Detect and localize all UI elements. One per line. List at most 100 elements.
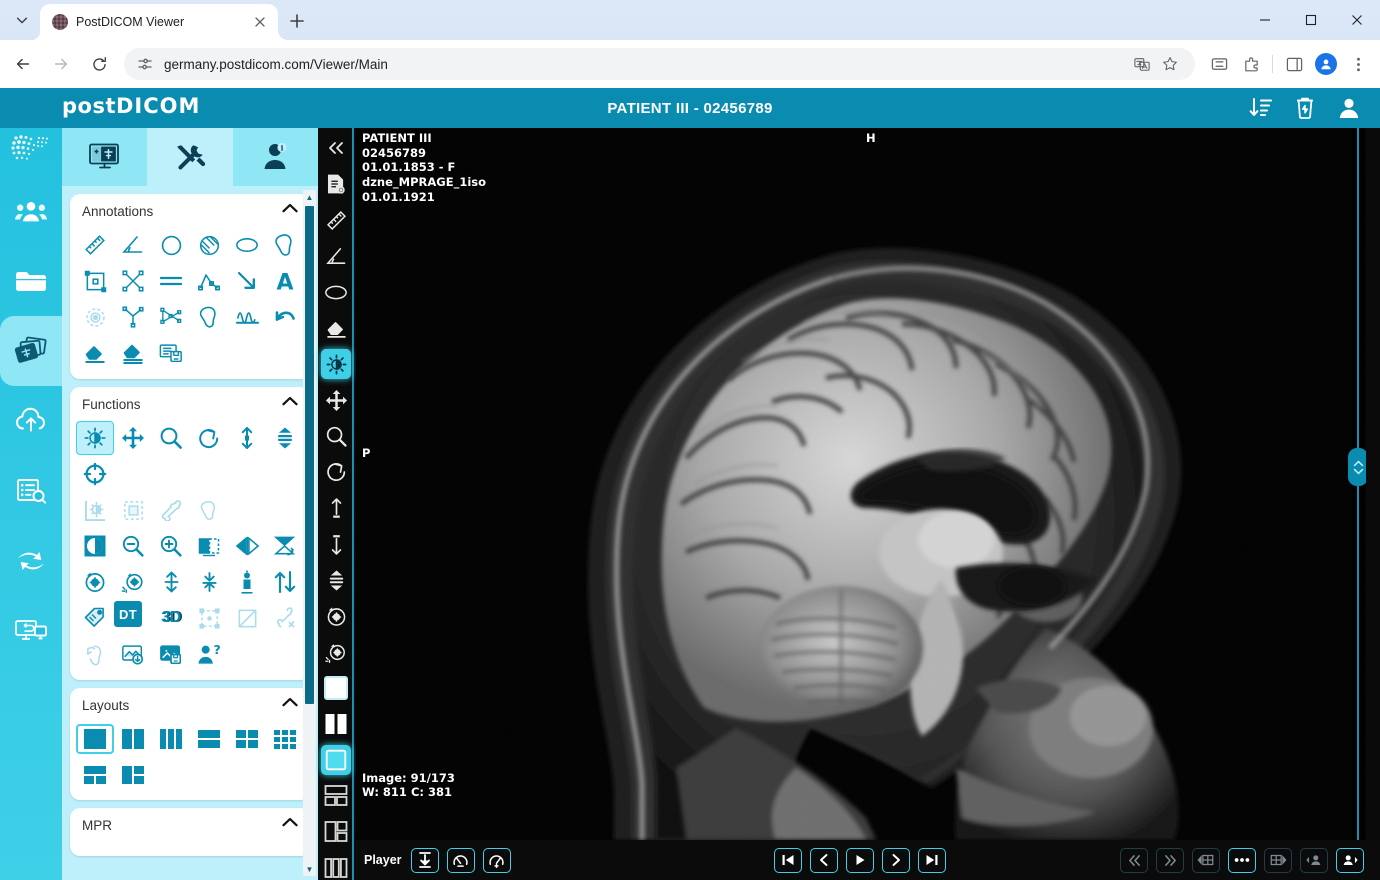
scrollbar-thumb[interactable] <box>305 206 314 704</box>
close-icon[interactable] <box>250 12 270 32</box>
patient-query-button[interactable]: ? <box>190 637 228 671</box>
dicom-viewport[interactable]: PATIENT III 02456789 01.01.1853 - F dzne… <box>356 128 1366 840</box>
cobb-angle-tool[interactable] <box>114 300 152 334</box>
layout-single-active-button[interactable] <box>318 742 354 778</box>
ruler-length-tool[interactable] <box>76 228 114 262</box>
curve-profile-tool[interactable] <box>228 300 266 334</box>
viewport-scrollbar[interactable] <box>1352 128 1364 840</box>
rectangle-roi-tool[interactable] <box>76 264 114 298</box>
scrollbar-thumb[interactable] <box>1348 448 1366 486</box>
layout-1-over-2[interactable] <box>76 760 114 790</box>
sort-order-button[interactable] <box>266 565 304 599</box>
window-level-tool[interactable] <box>76 421 114 455</box>
collapse-panel-button[interactable] <box>318 130 354 166</box>
circle-roi-tool[interactable] <box>152 228 190 262</box>
undo-shape-button[interactable] <box>76 637 114 671</box>
sort-descending-icon[interactable] <box>1248 95 1274 121</box>
layout-1x1[interactable] <box>76 724 114 754</box>
play-button[interactable] <box>846 848 874 873</box>
document-view-button[interactable] <box>318 166 354 202</box>
cast-icon[interactable] <box>1205 50 1233 78</box>
cross-caliper-tool[interactable] <box>114 264 152 298</box>
reset-rotation-button[interactable] <box>318 598 354 634</box>
layout-2x1[interactable] <box>190 724 228 754</box>
freehand-closed-roi-tool[interactable] <box>266 228 304 262</box>
sidebar-item-folders[interactable] <box>0 246 62 316</box>
scroll-down-tool[interactable] <box>318 526 354 562</box>
rotate-tool[interactable] <box>318 454 354 490</box>
address-bar[interactable]: germany.postdicom.com/Viewer/Main <box>124 48 1195 80</box>
rotate-tool[interactable] <box>190 421 228 455</box>
zoom-in-button[interactable] <box>152 529 190 563</box>
user-account-icon[interactable] <box>1336 95 1362 121</box>
download-image-button[interactable] <box>114 637 152 671</box>
fit-width-button[interactable] <box>190 565 228 599</box>
zoom-out-button[interactable] <box>114 529 152 563</box>
layout-1x3[interactable] <box>152 724 190 754</box>
chevron-up-icon[interactable] <box>282 396 298 412</box>
forward-arrow-icon[interactable] <box>46 49 76 79</box>
polyline-tool[interactable] <box>190 264 228 298</box>
translate-icon[interactable] <box>1129 51 1155 77</box>
previous-frame-button[interactable] <box>810 848 838 873</box>
three-d-button[interactable]: 3D <box>152 601 190 635</box>
panel-scrollbar[interactable]: ▲ ▼ <box>303 190 316 876</box>
skeleton-button[interactable] <box>266 601 304 635</box>
layout-1-beside-2-button[interactable] <box>318 814 354 850</box>
rewind-all-button[interactable] <box>1120 848 1148 873</box>
stack-scroll-tool[interactable] <box>266 421 304 455</box>
reset-all-button[interactable] <box>318 634 354 670</box>
fit-patient-button[interactable] <box>228 565 266 599</box>
scroll-up-tool[interactable] <box>318 490 354 526</box>
sidebar-item-remote[interactable] <box>0 596 62 666</box>
window-level-tool[interactable] <box>318 346 354 382</box>
more-options-button[interactable] <box>1228 848 1256 873</box>
window-minimize-button[interactable] <box>1242 0 1288 40</box>
three-dot-menu-icon[interactable] <box>1344 50 1372 78</box>
angle-tool[interactable] <box>318 238 354 274</box>
reset-flip-button[interactable] <box>266 529 304 563</box>
recycle-bin-icon[interactable] <box>1292 95 1318 121</box>
layout-1-over-2-button[interactable] <box>318 778 354 814</box>
layout-1x2[interactable] <box>114 724 152 754</box>
parallel-lines-tool[interactable] <box>152 264 190 298</box>
erase-all-annotations-button[interactable] <box>114 336 152 370</box>
flip-horizontal-button[interactable] <box>190 529 228 563</box>
zoom-tool[interactable] <box>152 421 190 455</box>
chevron-up-icon[interactable] <box>282 817 298 833</box>
pan-tool[interactable] <box>318 382 354 418</box>
target-point-tool[interactable] <box>76 300 114 334</box>
bone-tool[interactable] <box>152 493 190 527</box>
layout-1x3-button[interactable] <box>318 850 354 880</box>
speed-decrease-button[interactable] <box>447 848 475 873</box>
sidebar-item-reports[interactable] <box>0 456 62 526</box>
sidebar-item-studies[interactable] <box>0 316 62 386</box>
tab-tools[interactable] <box>147 128 232 186</box>
export-image-button[interactable] <box>152 637 190 671</box>
fit-height-button[interactable] <box>152 565 190 599</box>
angle-tool[interactable] <box>114 228 152 262</box>
multi-caliper-tool[interactable] <box>152 300 190 334</box>
next-patient-button[interactable] <box>1336 848 1364 873</box>
ellipse-roi-tool[interactable] <box>318 274 354 310</box>
sidebar-item-sync[interactable] <box>0 526 62 596</box>
region-select-tool[interactable] <box>114 493 152 527</box>
layout-1x2-button[interactable] <box>318 706 354 742</box>
chevron-up-icon[interactable] <box>282 697 298 713</box>
scroll-down-arrow-icon[interactable]: ▼ <box>303 862 316 876</box>
eraser-tool[interactable] <box>318 310 354 346</box>
ellipse-roi-tool[interactable] <box>228 228 266 262</box>
layouts-header[interactable]: Layouts <box>70 688 310 720</box>
pan-tool[interactable] <box>114 421 152 455</box>
zoom-tool[interactable] <box>318 418 354 454</box>
text-annotation-tool[interactable]: A <box>266 264 304 298</box>
browser-tab[interactable]: PostDICOM Viewer <box>40 4 278 40</box>
window-close-button[interactable] <box>1334 0 1380 40</box>
stack-scroll-tool[interactable] <box>318 562 354 598</box>
star-icon[interactable] <box>1157 51 1183 77</box>
invert-colors-button[interactable] <box>76 529 114 563</box>
reload-icon[interactable] <box>84 49 114 79</box>
rotate-left-button[interactable] <box>76 565 114 599</box>
next-series-button[interactable] <box>1264 848 1292 873</box>
datetime-overlay-button[interactable]: DT <box>114 601 142 627</box>
